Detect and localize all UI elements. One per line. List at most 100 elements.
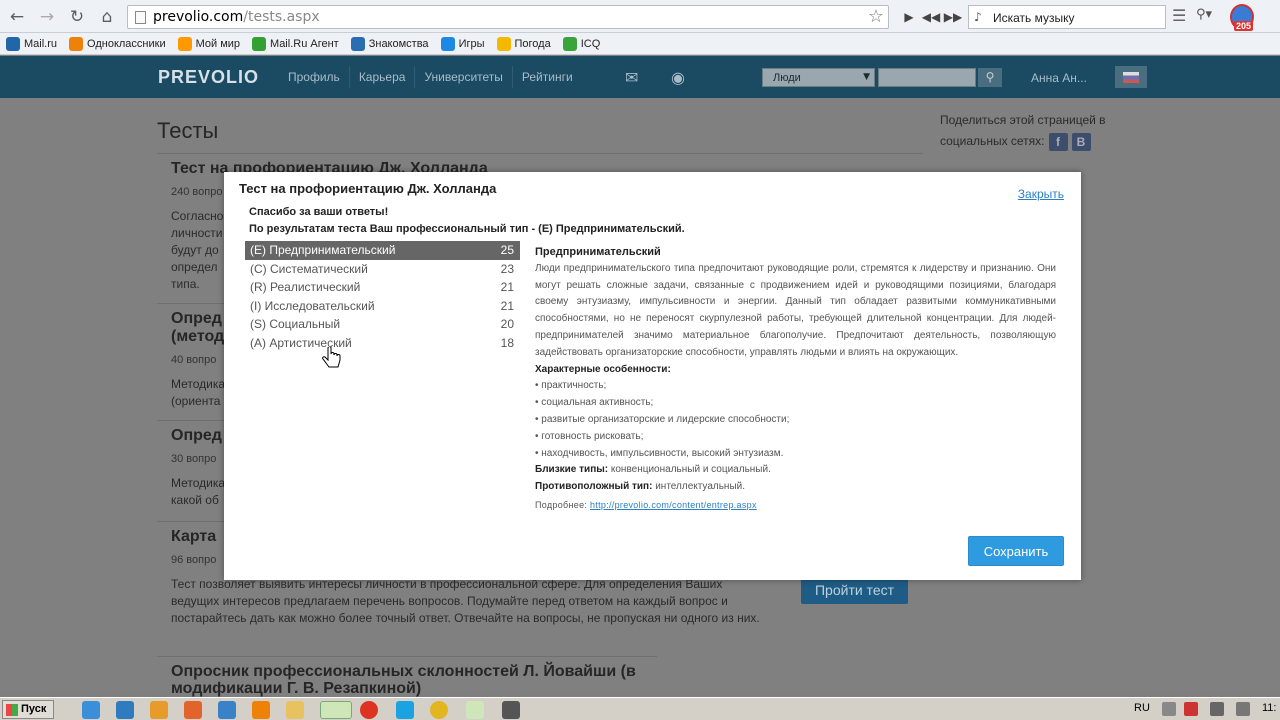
thanks-message: Спасибо за ваши ответы! По результатам т… xyxy=(249,204,685,238)
bookmark-item[interactable]: Mail.ru xyxy=(6,36,58,51)
bookmark-item[interactable]: Одноклассники xyxy=(69,36,166,51)
more-info-link[interactable]: http://prevolio.com/content/entrep.aspx xyxy=(590,500,757,510)
bookmark-item[interactable]: Знакомства xyxy=(350,36,429,51)
share-text: Поделиться этой страницей в xyxy=(940,113,1106,127)
skype-icon[interactable] xyxy=(396,701,414,719)
bookmark-icon xyxy=(440,36,455,51)
result-item[interactable]: (S) Социальный 20 xyxy=(245,315,520,334)
top-nav: Профиль Карьера Университеты Рейтинги xyxy=(279,66,582,88)
header-search-input[interactable] xyxy=(878,68,976,87)
bookmark-item[interactable]: ICQ xyxy=(562,36,601,51)
save-button[interactable]: Сохранить xyxy=(968,536,1064,566)
features-list: • практичность; • социальная активность; •… xyxy=(535,378,1056,462)
firefox-icon[interactable] xyxy=(184,701,202,719)
active-window-icon[interactable] xyxy=(320,701,352,719)
mail-icon[interactable]: ✉ xyxy=(625,68,638,87)
bookmark-label: Mail.ru xyxy=(24,37,58,50)
close-link[interactable]: Закрыть xyxy=(1018,187,1064,201)
mail-agent-icon[interactable] xyxy=(218,701,236,719)
address-bar[interactable]: prevolio.com/tests.aspx ☆ xyxy=(127,5,889,29)
chrome-icon[interactable] xyxy=(430,701,448,719)
play-icon[interactable]: ▶ xyxy=(898,10,920,24)
notepad-icon[interactable] xyxy=(466,701,484,719)
nav-ratings[interactable]: Рейтинги xyxy=(513,66,582,88)
result-score: 20 xyxy=(500,317,514,332)
rewind-icon[interactable]: ◀◀ xyxy=(920,10,942,24)
bookmark-icon xyxy=(350,36,365,51)
media-controls: ▶ ◀◀ ▶▶ xyxy=(898,6,964,28)
volume-icon[interactable] xyxy=(1236,702,1250,716)
result-score: 25 xyxy=(500,243,514,257)
bookmark-label: Мой мир xyxy=(195,37,241,50)
thanks-line: Спасибо за ваши ответы! xyxy=(249,206,389,218)
facebook-icon[interactable]: f xyxy=(1048,132,1068,151)
k-messenger-icon[interactable] xyxy=(116,701,134,719)
nav-career[interactable]: Карьера xyxy=(350,66,416,88)
feature-item: • находчивость, импульсивности, высокий … xyxy=(535,447,784,459)
odnoklassniki-icon[interactable] xyxy=(252,701,270,719)
tray-arrows-icon[interactable] xyxy=(1162,702,1176,716)
forward-icon[interactable]: → xyxy=(36,6,58,28)
result-line: По результатам теста Ваш профессиональны… xyxy=(249,223,685,235)
bookmark-icon xyxy=(6,36,20,51)
result-item[interactable]: (R) Реалистический 21 xyxy=(245,278,520,297)
bookmark-item[interactable]: Мой мир xyxy=(177,36,241,51)
test-item: Опросник профессиональных склонностей Л.… xyxy=(157,656,657,703)
speaker-icon: ♪ xyxy=(974,10,982,24)
app-icon[interactable] xyxy=(502,701,520,719)
test-title[interactable]: Опросник профессиональных склонностей Л.… xyxy=(171,663,643,697)
share-block: Поделиться этой страницей в социальных с… xyxy=(940,110,1106,152)
result-item[interactable]: (C) Систематический 23 xyxy=(245,260,520,279)
media-player-icon[interactable] xyxy=(150,701,168,719)
music-search-input[interactable]: ♪ Искать музыку xyxy=(968,5,1166,29)
result-item[interactable]: (E) Предпринимательский 25 xyxy=(245,241,520,260)
opera-icon[interactable] xyxy=(360,701,378,719)
features-label: Характерные особенности: xyxy=(535,363,671,375)
ie-icon[interactable] xyxy=(82,701,100,719)
folder-icon[interactable] xyxy=(286,701,304,719)
results-modal: Тест на профориентацию Дж. Холланда Закр… xyxy=(224,172,1081,580)
result-item[interactable]: (A) Артистический 18 xyxy=(245,334,520,353)
search-icon[interactable]: ⚲ xyxy=(978,68,1002,87)
site-header: PREVOLIO Профиль Карьера Университеты Ре… xyxy=(0,56,1280,98)
take-test-button[interactable]: Пройти тест xyxy=(801,577,908,604)
reload-icon[interactable]: ↻ xyxy=(66,6,88,28)
page-title: Тесты xyxy=(157,118,219,143)
back-icon[interactable]: ← xyxy=(6,6,28,28)
bookmark-label: Mail.Ru Агент xyxy=(270,37,339,50)
bookmark-icon xyxy=(562,36,577,51)
people-select[interactable]: Люди ▼ xyxy=(762,68,875,87)
vk-icon[interactable]: B xyxy=(1071,132,1091,151)
network-icon[interactable] xyxy=(1210,702,1224,716)
taskbar: Пуск RU 11: xyxy=(0,697,1280,720)
result-item[interactable]: (I) Исследовательский 21 xyxy=(245,297,520,316)
modal-title: Тест на профориентацию Дж. Холланда xyxy=(239,181,497,196)
bookmark-label: ICQ xyxy=(580,37,601,50)
language-indicator[interactable]: RU xyxy=(1134,702,1150,714)
type-heading: Предпринимательский xyxy=(535,246,661,258)
extension-icon[interactable]: 205 xyxy=(1230,4,1254,31)
feature-item: • готовность рисковать; xyxy=(535,430,644,442)
close-types: Близкие типы: конвенциональный и социаль… xyxy=(535,464,771,476)
nav-profile[interactable]: Профиль xyxy=(279,66,350,88)
start-button[interactable]: Пуск xyxy=(2,700,54,719)
result-label: (S) Социальный xyxy=(250,317,341,332)
nav-universities[interactable]: Университеты xyxy=(415,66,513,88)
bookmark-star-icon[interactable]: ☆ xyxy=(868,6,884,27)
bookmark-item[interactable]: Игры xyxy=(440,36,485,51)
globe-icon[interactable]: ◉ xyxy=(671,68,685,87)
fast-forward-icon[interactable]: ▶▶ xyxy=(942,10,964,24)
menu-icon[interactable]: ☰ xyxy=(1172,6,1186,25)
people-select-value: Люди xyxy=(773,72,801,84)
bookmark-icon xyxy=(177,36,192,51)
result-label: (R) Реалистический xyxy=(250,280,361,295)
home-icon[interactable]: ⌂ xyxy=(96,6,118,28)
bookmark-item[interactable]: Погода xyxy=(496,36,551,51)
language-flag-button[interactable] xyxy=(1115,66,1147,88)
search-zoom-icon[interactable]: ⚲▾ xyxy=(1196,7,1212,22)
tray-app-icon[interactable] xyxy=(1184,702,1198,716)
user-name[interactable]: Анна Ан... xyxy=(1031,71,1087,85)
bookmark-label: Игры xyxy=(458,37,485,50)
bookmark-item[interactable]: Mail.Ru Агент xyxy=(252,36,339,51)
site-logo[interactable]: PREVOLIO xyxy=(158,67,259,88)
